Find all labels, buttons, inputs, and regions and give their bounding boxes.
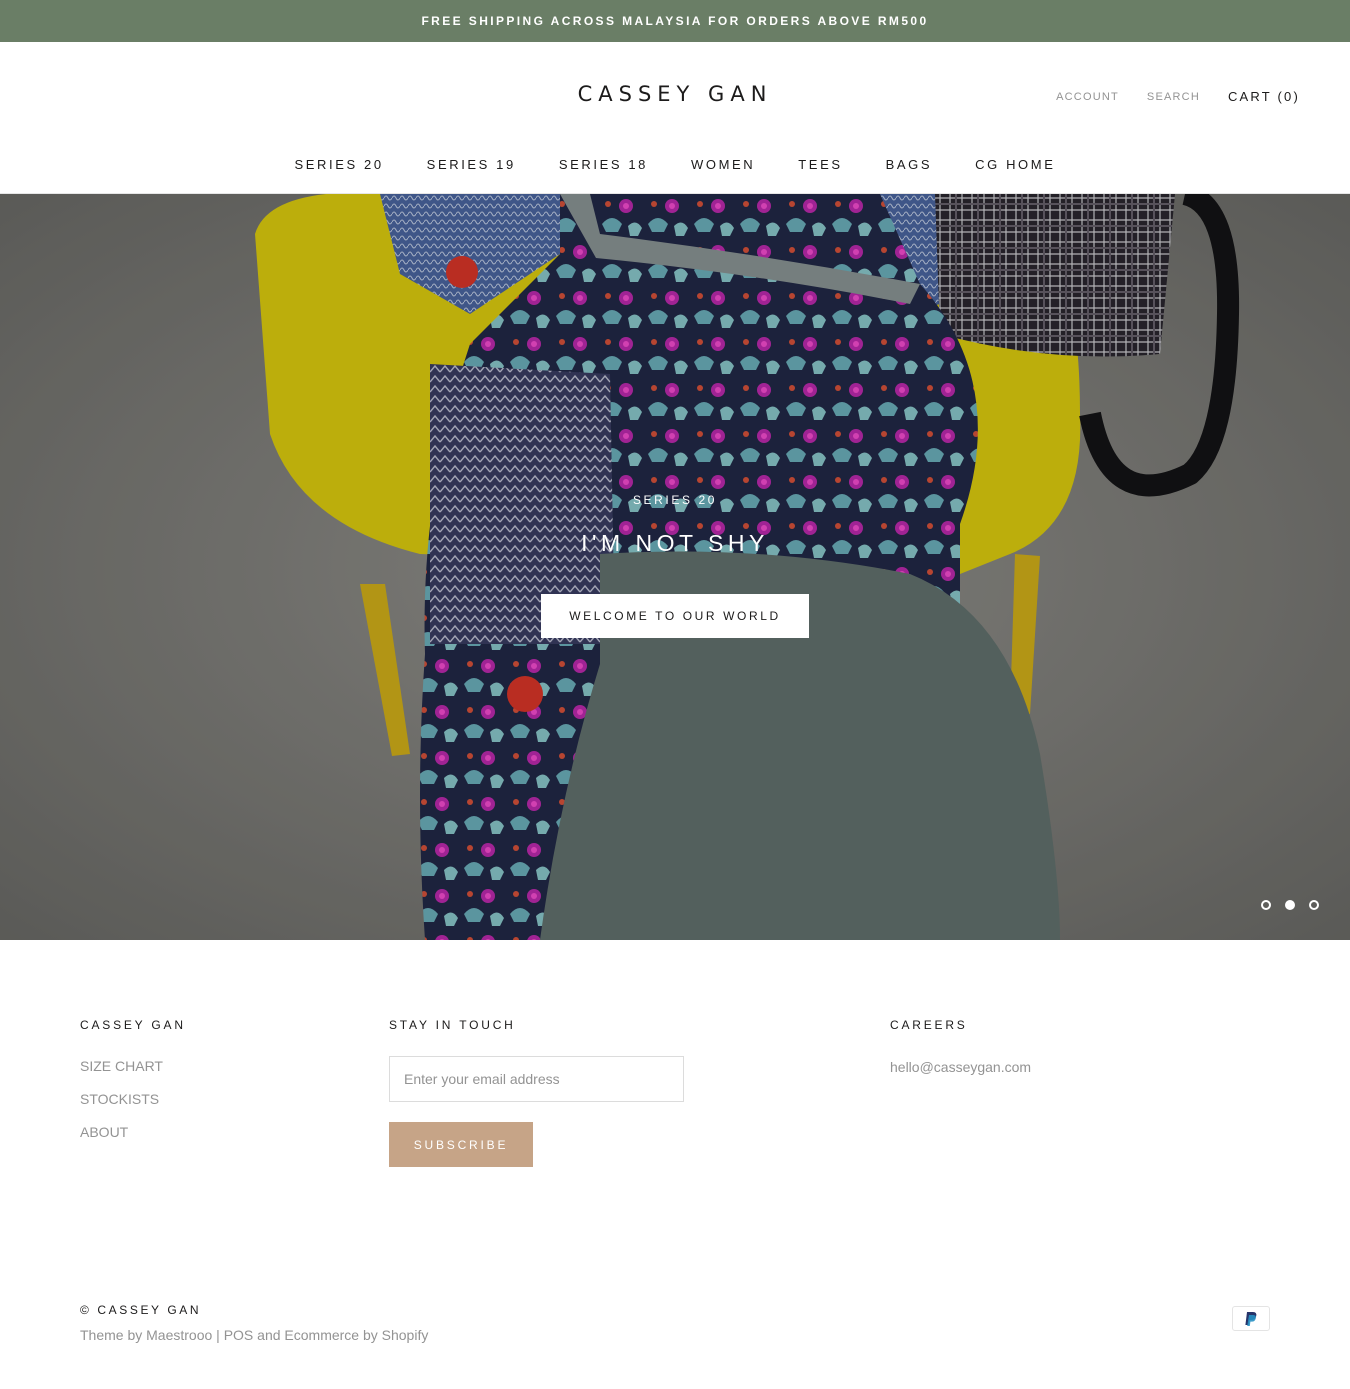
site-header: CASSEY GAN ACCOUNT SEARCH CART (0) SERIE…	[0, 42, 1350, 194]
account-link[interactable]: ACCOUNT	[1056, 91, 1119, 103]
hero-content: SERIES 20 I'M NOT SHY WELCOME TO OUR WOR…	[0, 194, 1350, 940]
subscribe-button[interactable]: SUBSCRIBE	[389, 1122, 533, 1167]
slide-dot-1[interactable]	[1261, 900, 1271, 910]
nav-item-tees[interactable]: TEES	[798, 157, 842, 172]
careers-email-link[interactable]: hello@casseygan.com	[890, 1059, 1031, 1075]
footer-link-size-chart[interactable]: SIZE CHART	[80, 1058, 163, 1074]
slide-dot-2[interactable]	[1285, 900, 1295, 910]
announcement-bar: FREE SHIPPING ACROSS MALAYSIA FOR ORDERS…	[0, 0, 1350, 42]
paypal-logo-icon	[1245, 1311, 1257, 1326]
nav-item-series-18[interactable]: SERIES 18	[559, 157, 648, 172]
paypal-icon	[1232, 1306, 1270, 1331]
nav-item-women[interactable]: WOMEN	[691, 157, 755, 172]
footer-link-stockists[interactable]: STOCKISTS	[80, 1091, 159, 1107]
copyright: © CASSEY GAN	[80, 1303, 202, 1317]
cart-link[interactable]: CART (0)	[1228, 89, 1300, 104]
search-link[interactable]: SEARCH	[1147, 91, 1200, 103]
newsletter-email-input[interactable]: Enter your email address	[389, 1056, 684, 1102]
slide-dot-3[interactable]	[1309, 900, 1319, 910]
careers-title: CAREERS	[890, 1018, 968, 1032]
nav-item-bags[interactable]: BAGS	[886, 157, 933, 172]
nav-item-cg-home[interactable]: CG HOME	[975, 157, 1055, 172]
hero-title: I'M NOT SHY	[581, 530, 769, 556]
footer-credits[interactable]: Theme by Maestrooo | POS and Ecommerce b…	[80, 1327, 428, 1343]
footer-brand-title: CASSEY GAN	[80, 1018, 186, 1032]
main-nav: SERIES 20 SERIES 19 SERIES 18 WOMEN TEES…	[0, 157, 1350, 172]
nav-item-series-20[interactable]: SERIES 20	[295, 157, 384, 172]
hero-subtitle: SERIES 20	[632, 493, 718, 507]
slideshow-dots	[1261, 900, 1319, 910]
header-actions: ACCOUNT SEARCH CART (0)	[1056, 89, 1300, 104]
nav-item-series-19[interactable]: SERIES 19	[427, 157, 516, 172]
footer-link-about[interactable]: ABOUT	[80, 1124, 128, 1140]
hero-slideshow[interactable]: SERIES 20 I'M NOT SHY WELCOME TO OUR WOR…	[0, 194, 1350, 940]
newsletter-title: STAY IN TOUCH	[389, 1018, 516, 1032]
welcome-button[interactable]: WELCOME TO OUR WORLD	[541, 594, 809, 638]
announcement-text: FREE SHIPPING ACROSS MALAYSIA FOR ORDERS…	[421, 14, 929, 28]
